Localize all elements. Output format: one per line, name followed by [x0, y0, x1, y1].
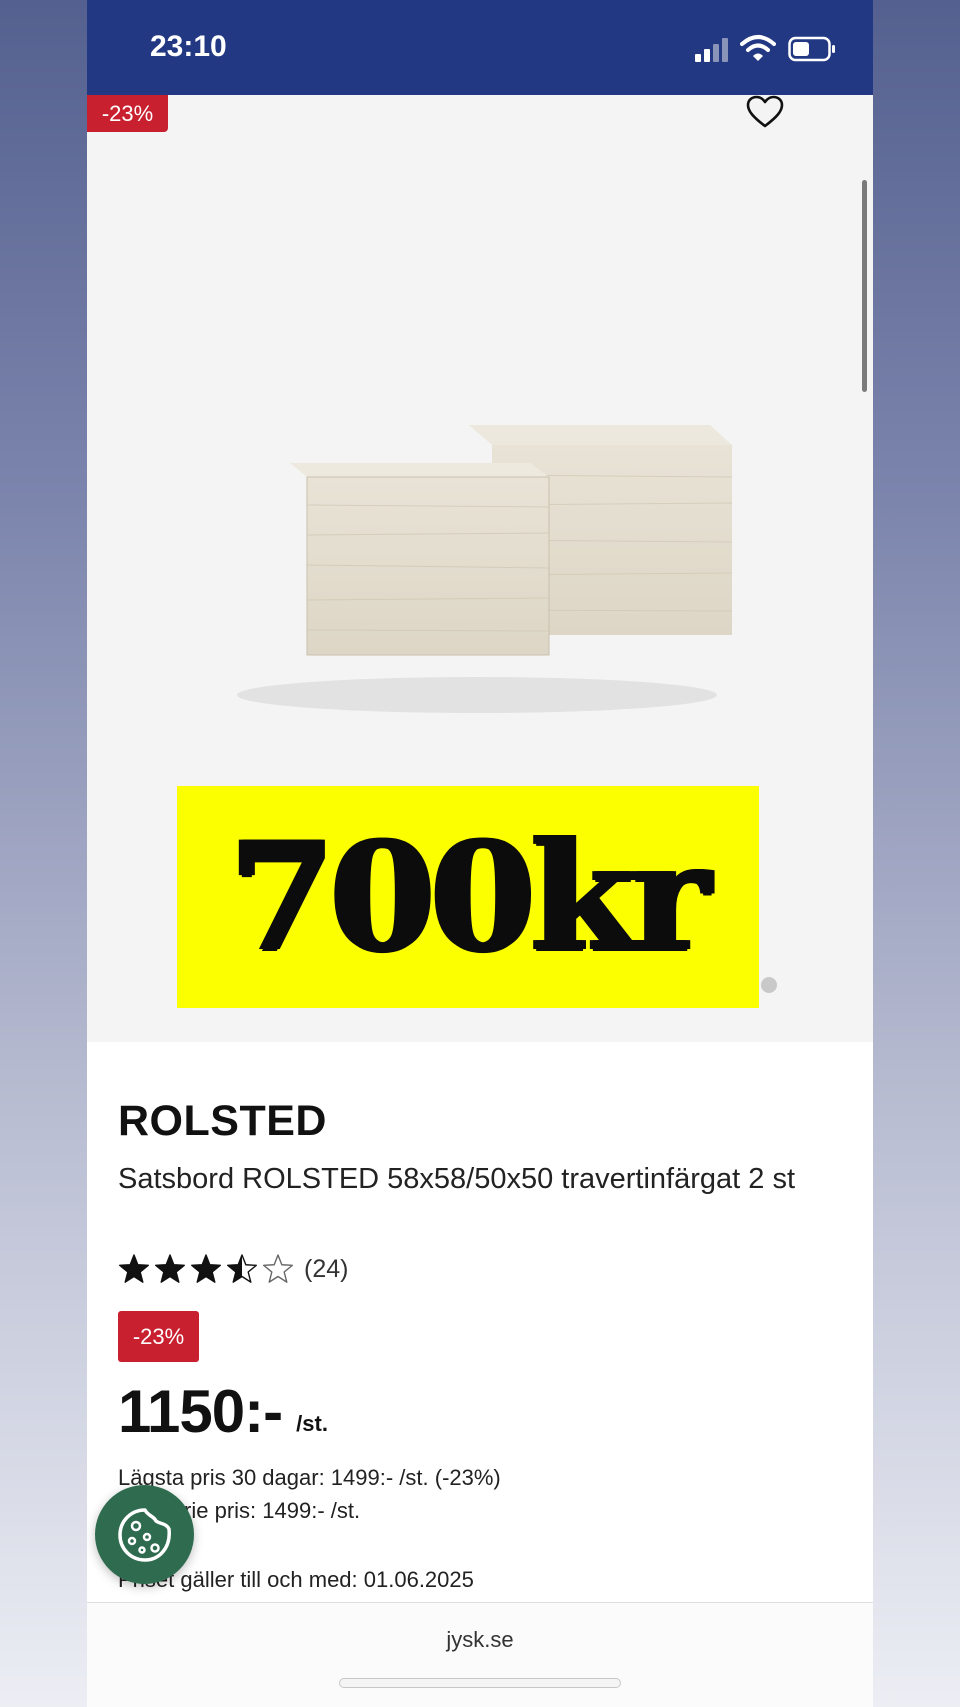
discount-badge: -23%: [118, 1311, 199, 1362]
product-price: 1150:-: [118, 1378, 283, 1445]
battery-icon: [788, 36, 835, 62]
star-icon: [191, 1254, 221, 1283]
price-row: 1150:- /st.: [118, 1377, 328, 1447]
cookie-icon: [117, 1507, 171, 1562]
star-icon: [227, 1254, 257, 1283]
star-icon: [263, 1254, 293, 1283]
cookie-settings-button[interactable]: [95, 1485, 194, 1584]
product-gallery[interactable]: -23% 700kr: [87, 95, 873, 1042]
product-rating[interactable]: (24): [118, 1251, 348, 1287]
star-icon: [119, 1254, 149, 1283]
home-indicator[interactable]: [339, 1678, 621, 1688]
rating-stars: [119, 1254, 293, 1283]
product-info: ROLSTED Satsbord ROLSTED 58x58/50x50 tra…: [87, 1042, 873, 1602]
promo-price-overlay: 700kr: [177, 786, 759, 1008]
carousel-dot[interactable]: [761, 977, 777, 993]
product-image: [237, 425, 733, 713]
product-brand: ROLSTED: [118, 1097, 327, 1145]
wifi-icon: [740, 35, 776, 61]
product-title: Satsbord ROLSTED 58x58/50x50 travertinfä…: [118, 1163, 796, 1195]
star-icon: [155, 1254, 185, 1283]
review-count[interactable]: (24): [304, 1255, 348, 1284]
price-unit: /st.: [296, 1411, 328, 1436]
signal-icon: [695, 38, 728, 62]
discount-badge-top: -23%: [87, 95, 168, 132]
heart-icon[interactable]: [745, 95, 785, 129]
status-bar: 23:10: [87, 0, 873, 95]
browser-address-bar[interactable]: jysk.se: [87, 1602, 873, 1707]
phone-screen: 23:10 -23% 700kr ROLSTED Satsbord ROLSTE…: [87, 0, 873, 1707]
status-time: 23:10: [150, 30, 227, 63]
scrollbar[interactable]: [862, 180, 867, 392]
url-text[interactable]: jysk.se: [87, 1627, 873, 1653]
lowest-price: Lägsta pris 30 dagar: 1499:- /st. (-23%): [118, 1465, 501, 1490]
